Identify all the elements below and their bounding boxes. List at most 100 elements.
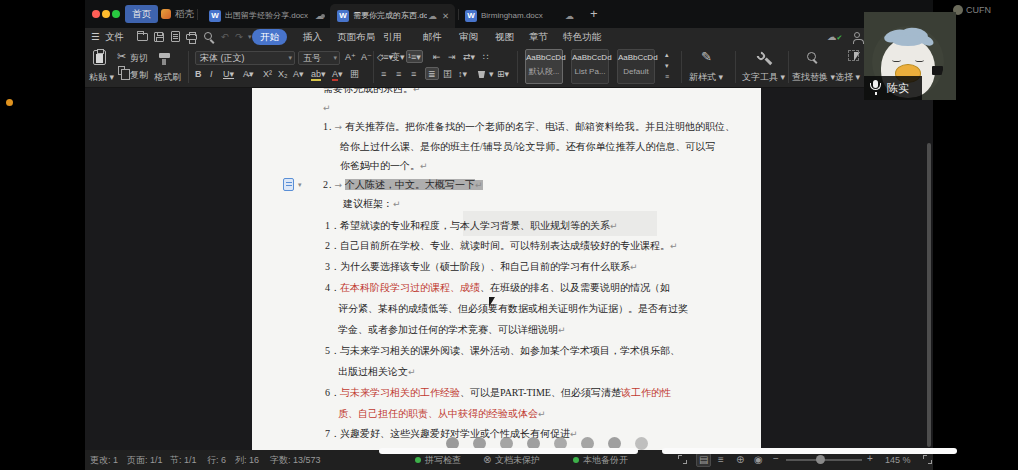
outline-view-icon[interactable]: ≡ <box>718 454 724 466</box>
paste-button[interactable]: 粘贴 ▾ <box>89 71 114 84</box>
increase-indent-button[interactable]: ⇥ <box>448 51 456 64</box>
new-style-button[interactable]: 新样式 ▾ <box>689 71 723 84</box>
font-name-combo[interactable]: 宋体 (正文)▾ <box>195 51 295 65</box>
document-tab[interactable]: W需要你完成的东西.docx☁✕ <box>330 4 455 28</box>
copy-icon[interactable] <box>118 66 125 75</box>
doc-line[interactable]: 出版过相关论文↵ <box>252 362 761 383</box>
shading-caret[interactable]: ▾ <box>489 68 494 81</box>
open-file-icon[interactable] <box>137 33 148 41</box>
hamburger-menu-icon[interactable]: ☰ <box>91 28 100 46</box>
doc-line[interactable]: 学金、或者参加过任何的学术竞赛、可以详细说明↵ <box>252 320 761 341</box>
file-menu[interactable]: 文件 <box>105 28 124 46</box>
paste-options-caret[interactable]: ▾ <box>298 181 302 189</box>
strikethrough-button[interactable]: A̶▾ <box>243 68 254 81</box>
zoom-slider-knob[interactable] <box>816 455 825 464</box>
doc-line[interactable]: 5．与未来学习相关的课外阅读、课外活动、如参加某个学术项目，学术俱乐部、 <box>252 341 761 362</box>
ribbon-tab-2[interactable]: 页面布局 <box>337 29 375 45</box>
bold-button[interactable]: B <box>195 68 202 81</box>
find-replace-button[interactable]: 查找替换 ▾ <box>792 71 835 84</box>
paragraph-layout-button[interactable]: ∷ <box>483 51 489 64</box>
select-icon[interactable] <box>854 52 860 61</box>
save-icon[interactable] <box>154 32 164 42</box>
doc-line[interactable]: 你爸妈中的一个。↵ <box>252 156 761 175</box>
document-page[interactable]: 需要你完成的东西。↵↵1.→有关推荐信。把你准备找的一个老师的名字、电话、邮箱资… <box>252 88 761 450</box>
underline-button[interactable]: U▾ <box>223 68 234 81</box>
bullets-button[interactable]: ∶≡▾ <box>381 51 393 64</box>
select-button[interactable]: 选择 ▾ <box>835 71 860 84</box>
copy-button[interactable]: 复制 <box>130 69 148 82</box>
vertical-scrollbar[interactable] <box>927 143 931 447</box>
font-color-button[interactable]: A▾ <box>332 68 343 81</box>
minimize-window-button[interactable] <box>102 10 110 18</box>
document-tab[interactable]: W出国留学经验分享.docx☁ <box>202 4 330 28</box>
export-pdf-icon[interactable] <box>171 31 180 42</box>
format-painter-button[interactable]: 格式刷 <box>154 71 181 84</box>
justify-button[interactable]: ≣ <box>425 67 439 80</box>
doc-line[interactable]: 质、自己担任的职责、从中获得的经验或体会↵ <box>252 404 761 425</box>
document-canvas[interactable]: 需要你完成的东西。↵↵1.→有关推荐信。把你准备找的一个老师的名字、电话、邮箱资… <box>85 88 933 450</box>
doc-line[interactable]: ↵ <box>252 98 761 117</box>
align-left-button[interactable]: ≡ <box>381 68 386 81</box>
align-center-button[interactable]: ≡ <box>396 68 401 81</box>
subscript-button[interactable]: X₂ <box>278 68 288 81</box>
doc-line[interactable]: 评分紧、某科的成绩低等、但必须要有数据或相关证明作为证据）。是否有过奖 <box>252 299 761 320</box>
doc-line[interactable]: 2．自己目前所在学校、专业、就读时间。可以特别表达成绩较好的专业课程。↵ <box>252 236 761 257</box>
new-style-icon[interactable]: ✎ <box>701 51 712 63</box>
zoom-window-button[interactable] <box>112 10 120 18</box>
doc-line[interactable]: 6．与未来学习相关的工作经验、可以是PART-TIME、但必须写清楚该工作的性 <box>252 383 761 404</box>
fullscreen-icon[interactable] <box>678 455 687 464</box>
char-border-button[interactable]: 囲 <box>350 68 359 81</box>
doc-line[interactable]: 1．希望就读的专业和程度，与本人学习背景、职业规划等的关系↵ <box>252 216 761 237</box>
format-painter-icon[interactable] <box>159 53 170 58</box>
doc-line[interactable]: 3．为什么要选择该专业（硕士阶段）、和自己目前的学习有什么联系↵ <box>252 257 761 278</box>
style-preset[interactable]: AaBbCcDdList Pa... <box>571 49 609 84</box>
paste-options-icon[interactable] <box>283 178 294 191</box>
doc-line[interactable]: 2.→个人陈述，中文。大概写一下↵ <box>252 175 761 194</box>
text-direction-button[interactable]: ⇄▾ <box>463 51 475 64</box>
ribbon-tab-home[interactable]: 开始 <box>252 29 287 45</box>
italic-button[interactable]: I <box>210 68 213 81</box>
superscript-button[interactable]: X² <box>263 68 272 81</box>
cut-button[interactable]: 剪切 <box>130 52 148 65</box>
shading-button[interactable] <box>477 71 486 78</box>
ribbon-tab-7[interactable]: 章节 <box>529 29 548 45</box>
collaborate-icon[interactable] <box>854 32 860 38</box>
ribbon-tab-1[interactable]: 插入 <box>303 29 322 45</box>
decrease-indent-button[interactable]: ⇤ <box>433 51 441 64</box>
ribbon-tab-8[interactable]: 特色功能 <box>563 29 601 45</box>
doc-line[interactable]: 建议框架：↵ <box>252 194 761 213</box>
borders-button[interactable]: ⊞▾ <box>497 68 509 81</box>
font-size-combo[interactable]: 五号▾ <box>298 51 340 65</box>
print-icon[interactable] <box>186 34 197 40</box>
doc-line[interactable]: 4．在本科阶段学习过的课程、成绩、在班级的排名、以及需要说明的情况（如 <box>252 278 761 299</box>
numbering-button[interactable]: ¹≡▾ <box>406 50 423 63</box>
doc-line[interactable]: 需要你完成的东西。↵ <box>252 88 761 98</box>
style-preset[interactable]: AaBbCcDdDefault <box>617 49 655 84</box>
styles-gallery-more[interactable]: ≡ <box>665 70 669 83</box>
close-window-button[interactable] <box>92 10 100 18</box>
tab-docer[interactable]: 稻壳 <box>161 5 194 23</box>
print-preview-icon[interactable] <box>204 32 212 40</box>
eye-protect-icon[interactable]: ◉ <box>754 454 763 466</box>
new-tab-button[interactable]: + <box>590 5 598 23</box>
line-spacing-button[interactable]: ↕▾ <box>458 68 467 81</box>
char-scale-button[interactable]: A▾ <box>293 68 304 81</box>
page-view-icon[interactable]: ▤ <box>696 453 711 467</box>
zoom-in-button[interactable]: + <box>867 453 873 465</box>
highlight-color-button[interactable]: ab▾ <box>311 68 326 81</box>
find-replace-icon[interactable] <box>807 52 816 61</box>
text-tools-button[interactable]: 文字工具 ▾ <box>742 71 785 84</box>
fit-page-icon[interactable] <box>923 455 932 464</box>
redo-icon[interactable]: ↷ <box>235 28 243 46</box>
ribbon-tab-3[interactable]: 引用 <box>383 29 402 45</box>
close-tab-icon[interactable]: ✕ <box>442 5 449 27</box>
ribbon-tab-6[interactable]: 视图 <box>495 29 514 45</box>
ribbon-tab-4[interactable]: 邮件 <box>423 29 442 45</box>
cloud-sync-icon[interactable]: ☁✔ <box>827 28 842 46</box>
shrink-font-button[interactable]: A⁻ <box>361 51 372 64</box>
grow-font-button[interactable]: A⁺ <box>345 51 356 64</box>
cut-icon[interactable]: ✂ <box>117 50 126 62</box>
style-preset[interactable]: AaBbCcDd默认段... <box>525 49 563 84</box>
document-tab[interactable]: WBirmingham.docx☁ <box>458 4 580 28</box>
qat-caret-icon[interactable]: ▾ <box>248 28 252 46</box>
